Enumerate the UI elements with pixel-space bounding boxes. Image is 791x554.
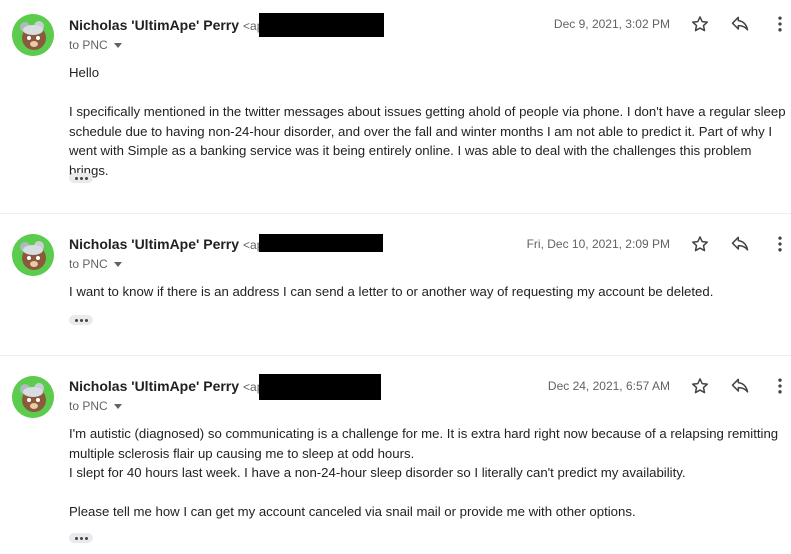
show-trimmed-content-icon bbox=[74, 536, 78, 540]
show-trimmed-content-icon bbox=[74, 176, 78, 180]
show-trimmed-content-icon bbox=[74, 318, 78, 322]
reply-icon bbox=[731, 16, 749, 31]
avatar-bear-icon bbox=[12, 376, 54, 418]
body-paragraph: Hello bbox=[69, 65, 100, 80]
message-body: I want to know if there is an address I … bbox=[69, 282, 787, 302]
chevron-down-icon[interactable] bbox=[113, 43, 122, 49]
reply-icon bbox=[731, 378, 749, 393]
chevron-down-icon[interactable] bbox=[113, 404, 122, 410]
star-button[interactable] bbox=[688, 12, 712, 36]
chevron-down-icon[interactable] bbox=[113, 262, 122, 268]
avatar[interactable] bbox=[12, 376, 54, 418]
recipient-line[interactable]: to PNC bbox=[69, 38, 122, 52]
message-3: Nicholas 'UltimApe' Perry <ape to PNC Dec… bbox=[0, 364, 791, 554]
message-date: Dec 24, 2021, 6:57 AM bbox=[547, 379, 670, 393]
redaction-box bbox=[259, 374, 381, 400]
message-date: Fri, Dec 10, 2021, 2:09 PM bbox=[526, 237, 670, 251]
divider bbox=[0, 213, 791, 214]
star-icon bbox=[692, 16, 708, 32]
avatar-bear-icon bbox=[12, 14, 54, 56]
message-1: Nicholas 'UltimApe' Perry <ape to PNC Dec… bbox=[0, 0, 791, 213]
sender-name: Nicholas 'UltimApe' Perry <ape bbox=[69, 378, 271, 394]
redaction-box bbox=[259, 234, 383, 252]
show-trimmed-content-button[interactable] bbox=[69, 173, 93, 183]
star-icon bbox=[692, 378, 708, 394]
message-date: Dec 9, 2021, 3:02 PM bbox=[553, 17, 670, 31]
message-body: I'm autistic (diagnosed) so communicatin… bbox=[69, 424, 787, 522]
show-trimmed-content-button[interactable] bbox=[69, 533, 93, 543]
body-paragraph: I'm autistic (diagnosed) so communicatin… bbox=[69, 426, 779, 461]
star-button[interactable] bbox=[688, 232, 712, 256]
reply-button[interactable] bbox=[728, 12, 752, 36]
star-icon bbox=[692, 236, 708, 252]
body-paragraph: I specifically mentioned in the twitter … bbox=[69, 104, 786, 178]
reply-button[interactable] bbox=[728, 374, 752, 398]
recipient-line[interactable]: to PNC bbox=[69, 257, 122, 271]
body-paragraph: I want to know if there is an address I … bbox=[69, 284, 714, 299]
more-options-button[interactable] bbox=[768, 374, 791, 398]
reply-button[interactable] bbox=[728, 232, 752, 256]
more-vert-icon bbox=[778, 378, 782, 394]
avatar-bear-icon bbox=[12, 234, 54, 276]
redaction-box bbox=[259, 13, 384, 37]
message-2: Nicholas 'UltimApe' Perry <ape to PNC Fri… bbox=[0, 222, 791, 355]
sender-name: Nicholas 'UltimApe' Perry <ape bbox=[69, 17, 271, 33]
reply-icon bbox=[731, 236, 749, 251]
divider bbox=[0, 355, 791, 356]
more-options-button[interactable] bbox=[768, 232, 791, 256]
more-vert-icon bbox=[778, 236, 782, 252]
more-vert-icon bbox=[778, 16, 782, 32]
avatar[interactable] bbox=[12, 234, 54, 276]
star-button[interactable] bbox=[688, 374, 712, 398]
recipient-line[interactable]: to PNC bbox=[69, 399, 122, 413]
body-paragraph: I slept for 40 hours last week. I have a… bbox=[69, 465, 686, 480]
sender-name: Nicholas 'UltimApe' Perry <ape bbox=[69, 236, 271, 252]
show-trimmed-content-button[interactable] bbox=[69, 315, 93, 325]
more-options-button[interactable] bbox=[768, 12, 791, 36]
avatar[interactable] bbox=[12, 14, 54, 56]
body-paragraph: Please tell me how I can get my account … bbox=[69, 504, 636, 519]
message-body: Hello I specifically mentioned in the tw… bbox=[69, 63, 787, 180]
